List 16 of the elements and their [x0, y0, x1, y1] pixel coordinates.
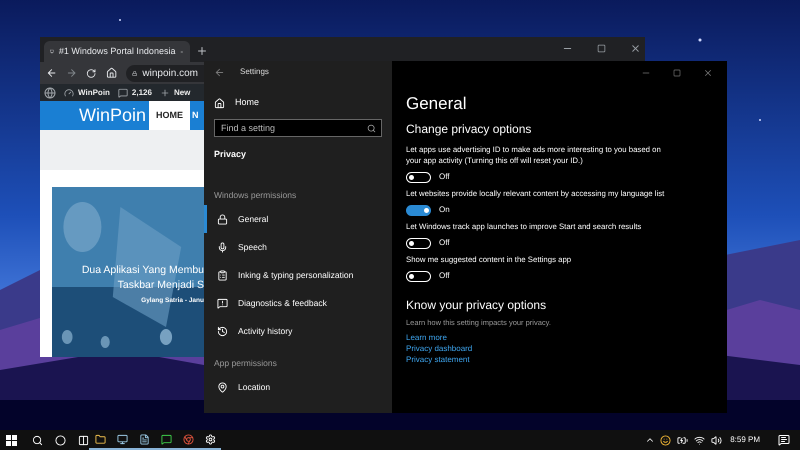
circle-icon[interactable]	[55, 434, 66, 446]
search-icon[interactable]	[32, 434, 43, 446]
browser-icon	[182, 434, 194, 444]
clock[interactable]: 8:59 PM	[730, 434, 760, 446]
document-icon	[138, 434, 150, 444]
monitor-icon	[116, 434, 128, 444]
smiley-icon[interactable]	[660, 434, 672, 446]
settings-icon	[204, 434, 216, 444]
notification-icon[interactable]	[778, 434, 790, 446]
folder-icon	[94, 434, 106, 444]
task-view-icon[interactable]	[78, 434, 89, 446]
windows-start-icon[interactable]	[6, 434, 17, 446]
battery-icon[interactable]	[677, 434, 688, 446]
wifi-icon[interactable]	[694, 434, 706, 446]
chat-icon	[160, 434, 172, 444]
volume-icon[interactable]	[711, 434, 722, 446]
